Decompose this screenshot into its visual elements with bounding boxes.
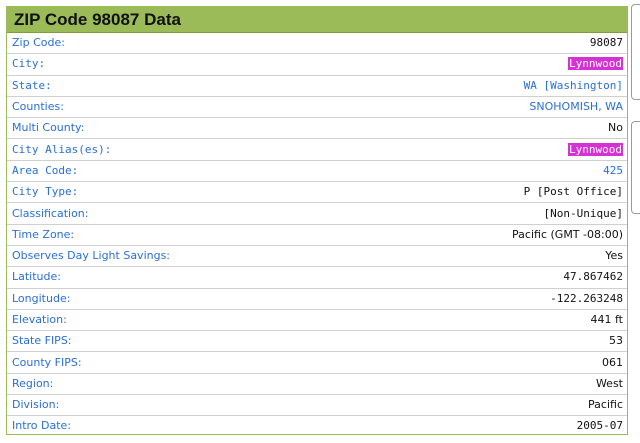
row-label: Area Code:: [7, 159, 326, 182]
row-label: Time Zone:: [7, 223, 326, 246]
row-label: Longitude:: [7, 287, 326, 310]
longitude-value: -122.263248: [326, 287, 627, 310]
zip-data-table: Zip Code: 98087 City: Lynnwood State: WA…: [7, 33, 627, 437]
row-label: State FIPS:: [7, 330, 326, 352]
classification-value: [Non-Unique]: [326, 202, 627, 225]
table-row: Multi County: No: [7, 117, 627, 139]
table-row: Classification: [Non-Unique]: [7, 202, 627, 225]
city-link[interactable]: Lynnwood: [568, 57, 623, 71]
row-label: Division:: [7, 394, 326, 416]
table-row: Region: West: [7, 372, 627, 395]
row-label: County FIPS:: [7, 351, 326, 374]
intro-date-value: 2005-07: [326, 415, 627, 437]
table-row: County FIPS: 061: [7, 351, 627, 374]
table-row: Area Code: 425: [7, 159, 627, 182]
row-label: Latitude:: [7, 266, 326, 289]
division-value: Pacific: [326, 394, 627, 416]
table-row: Division: Pacific: [7, 394, 627, 416]
row-label: Elevation:: [7, 308, 326, 331]
latitude-value: 47.867462: [326, 266, 627, 289]
time-zone-value: Pacific (GMT -08:00): [326, 223, 627, 246]
row-label: Intro Date:: [7, 415, 326, 437]
row-label: Counties:: [7, 95, 326, 118]
side-panel-edge-top: [631, 4, 640, 100]
zip-data-panel: ZIP Code 98087 Data Zip Code: 98087 City…: [6, 6, 628, 437]
panel-title: ZIP Code 98087 Data: [7, 7, 627, 33]
zip-code-value: 98087: [589, 36, 623, 50]
table-row: Longitude: -122.263248: [7, 287, 627, 310]
elevation-value: 441 ft: [326, 308, 627, 331]
multi-county-value: No: [326, 117, 627, 139]
dst-value: Yes: [326, 244, 627, 267]
row-label: Multi County:: [7, 117, 326, 139]
table-row: Counties: SNOHOMISH, WA: [7, 95, 627, 118]
area-code-link[interactable]: 425: [326, 159, 627, 182]
row-label: Zip Code:: [12, 36, 65, 50]
row-label: Classification:: [7, 202, 326, 225]
state-link[interactable]: WA [Washington]: [326, 74, 627, 97]
table-row: Intro Date: 2005-07: [7, 415, 627, 437]
row-label: City Type:: [7, 181, 326, 203]
table-row: Latitude: 47.867462: [7, 266, 627, 289]
county-fips-value: 061: [326, 351, 627, 374]
table-row: State FIPS: 53: [7, 330, 627, 352]
table-row: Elevation: 441 ft: [7, 308, 627, 331]
table-row: State: WA [Washington]: [7, 74, 627, 97]
row-label: City:: [7, 53, 326, 76]
city-alias-link[interactable]: Lynnwood: [568, 142, 623, 156]
table-row: City Type: P [Post Office]: [7, 181, 627, 203]
row-label: State:: [7, 74, 326, 97]
side-panel-edge-bottom: [631, 121, 640, 214]
city-value: Lynnwood: [326, 53, 627, 76]
city-type-value: P [Post Office]: [326, 181, 627, 203]
state-fips-value: 53: [326, 330, 627, 352]
row-label: City Alias(es):: [7, 138, 326, 161]
region-value: West: [326, 372, 627, 395]
row-label: Observes Day Light Savings:: [7, 244, 326, 267]
table-row: Zip Code: 98087: [7, 33, 627, 54]
counties-link[interactable]: SNOHOMISH, WA: [326, 95, 627, 118]
row-label: Region:: [7, 372, 326, 395]
table-row: Observes Day Light Savings: Yes: [7, 244, 627, 267]
city-alias-value: Lynnwood: [326, 138, 627, 161]
table-row: City: Lynnwood: [7, 53, 627, 76]
table-row: City Alias(es): Lynnwood: [7, 138, 627, 161]
table-row: Time Zone: Pacific (GMT -08:00): [7, 223, 627, 246]
